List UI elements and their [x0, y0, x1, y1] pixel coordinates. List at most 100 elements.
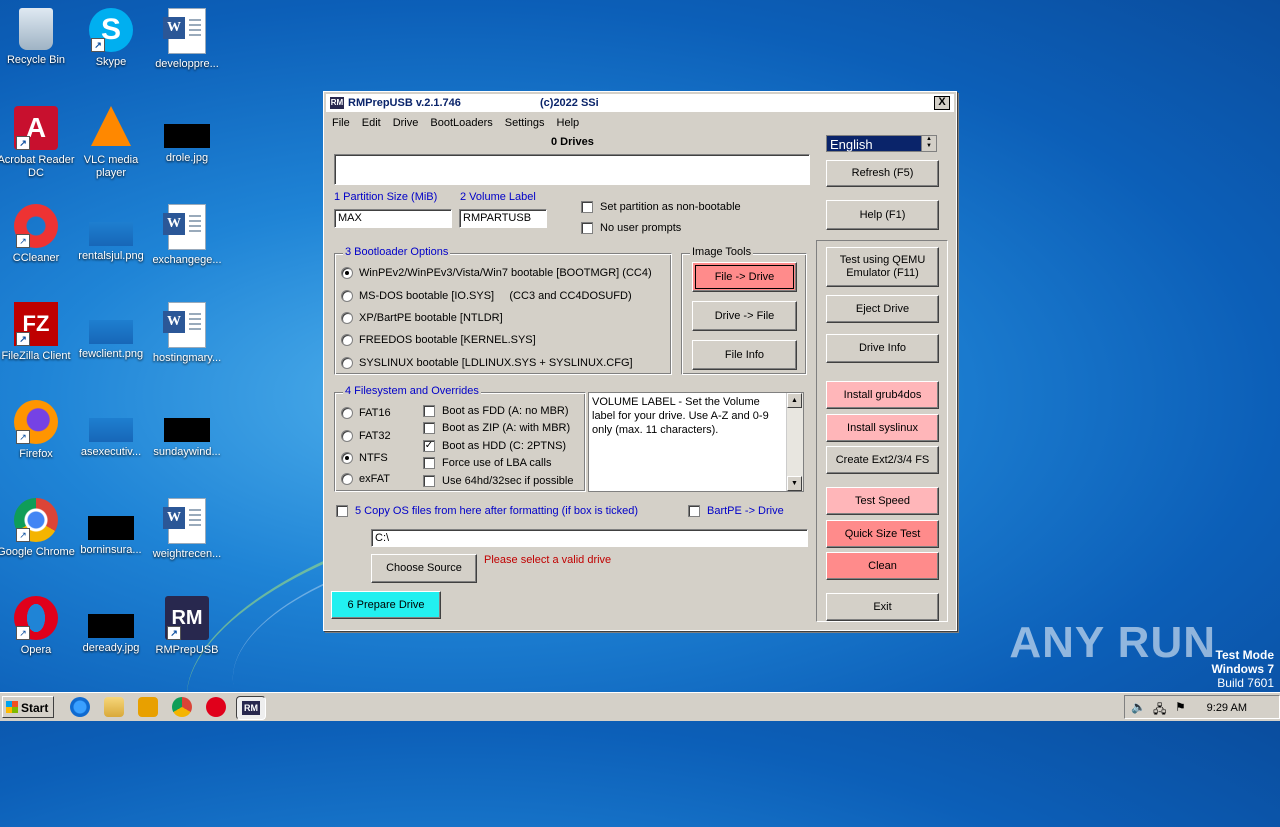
explorer-taskbar-icon[interactable]: [104, 697, 124, 717]
desktop-icon-firefox[interactable]: ↗ Firefox: [0, 400, 75, 461]
radio-label: NTFS: [359, 452, 388, 464]
help-scrollbar[interactable]: ▲ ▼: [786, 393, 803, 491]
menu-help[interactable]: Help: [551, 114, 586, 132]
firefox-icon: ↗: [14, 400, 58, 444]
icon-label: deready.jpg: [82, 642, 140, 654]
desktop-icon-asexecutiv[interactable]: asexecutiv...: [72, 400, 150, 459]
menu-edit[interactable]: Edit: [356, 114, 387, 132]
desktop-icon-ccleaner[interactable]: ↗ CCleaner: [0, 204, 75, 265]
scroll-down-icon[interactable]: ▼: [787, 476, 802, 491]
bootloader-option-bootmgr[interactable]: WinPEv2/WinPEv3/Vista/Win7 bootable [BOO…: [341, 267, 652, 279]
menu-drive[interactable]: Drive: [387, 114, 425, 132]
desktop-icon-recycle-bin[interactable]: Recycle Bin: [0, 8, 75, 67]
desktop-icon-filezilla[interactable]: FZ ↗ FileZilla Client: [0, 302, 75, 363]
desktop-icon-borninsura[interactable]: borninsura...: [72, 498, 150, 557]
copy-os-checkbox[interactable]: 5 Copy OS files from here after formatti…: [336, 505, 638, 517]
desktop-icon-exchangege[interactable]: Wexchangege...: [148, 204, 226, 267]
start-button[interactable]: Start: [2, 696, 54, 718]
non-bootable-checkbox[interactable]: Set partition as non-bootable: [581, 201, 741, 213]
rmprepusb-taskbar-button[interactable]: RM: [236, 696, 266, 720]
prepare-drive-button[interactable]: 6 Prepare Drive: [331, 591, 441, 619]
override-boot-fdd[interactable]: Boot as FDD (A: no MBR): [423, 405, 569, 417]
opera-taskbar-icon[interactable]: [206, 697, 226, 717]
help-button[interactable]: Help (F1): [826, 200, 939, 230]
choose-source-button[interactable]: Choose Source: [371, 554, 477, 583]
radio-label: FAT32: [359, 430, 391, 442]
fs-option-fat16[interactable]: FAT16: [341, 407, 391, 419]
menu-file[interactable]: File: [326, 114, 356, 132]
desktop-icon-rmprepusb[interactable]: RM ↗ RMPrepUSB: [148, 596, 226, 657]
bootloader-option-ntldr[interactable]: XP/BartPE bootable [NTLDR]: [341, 312, 503, 324]
chrome-taskbar-icon[interactable]: [172, 697, 192, 717]
clock[interactable]: 9:29 AM: [1207, 702, 1247, 714]
no-prompts-checkbox[interactable]: No user prompts: [581, 222, 681, 234]
media-player-taskbar-icon[interactable]: [138, 697, 158, 717]
desktop-icon-acrobat[interactable]: A ↗ Acrobat Reader DC: [0, 106, 75, 180]
speaker-icon[interactable]: 🔈: [1131, 700, 1146, 714]
desktop-icon-skype[interactable]: S ↗ Skype: [72, 8, 150, 69]
close-button[interactable]: X: [934, 96, 950, 110]
fs-option-fat32[interactable]: FAT32: [341, 430, 391, 442]
drive-info-button[interactable]: Drive Info: [826, 334, 939, 363]
menu-bootloaders[interactable]: BootLoaders: [424, 114, 498, 132]
desktop-icon-developpre[interactable]: Wdeveloppre...: [148, 8, 226, 71]
override-64hd[interactable]: Use 64hd/32sec if possible: [423, 475, 573, 487]
volume-label-input[interactable]: RMPARTUSB: [459, 209, 547, 228]
install-syslinux-button[interactable]: Install syslinux: [826, 414, 939, 442]
exit-button[interactable]: Exit: [826, 593, 939, 621]
bartpe-checkbox[interactable]: BartPE -> Drive: [688, 505, 784, 517]
clean-button[interactable]: Clean: [826, 552, 939, 580]
partition-size-input[interactable]: MAX: [334, 209, 452, 228]
checkbox-box: [581, 222, 593, 234]
checkbox-label: No user prompts: [600, 222, 682, 234]
help-text-box[interactable]: VOLUME LABEL - Set the Volume label for …: [588, 392, 804, 492]
override-boot-hdd[interactable]: ✓ Boot as HDD (C: 2PTNS): [423, 440, 566, 452]
taskbar: Start RM 🔈 🖧 ⚑ 9:29 AM: [0, 692, 1280, 721]
scroll-up-icon[interactable]: ▲: [787, 393, 802, 408]
checkbox-box: [581, 201, 593, 213]
language-select[interactable]: English ▲ ▼: [826, 135, 937, 152]
desktop-icon-drole[interactable]: drole.jpg: [148, 106, 226, 165]
quick-size-test-button[interactable]: Quick Size Test: [826, 520, 939, 548]
install-grub4dos-button[interactable]: Install grub4dos: [826, 381, 939, 409]
drives-count: 0 Drives: [551, 136, 594, 148]
desktop-icon-hostingmary[interactable]: Whostingmary...: [148, 302, 226, 365]
fs-option-ntfs[interactable]: NTFS: [341, 452, 388, 464]
override-force-lba[interactable]: Force use of LBA calls: [423, 457, 551, 469]
override-boot-zip[interactable]: Boot as ZIP (A: with MBR): [423, 422, 570, 434]
refresh-button[interactable]: Refresh (F5): [826, 160, 939, 187]
radio-selected: [341, 452, 353, 464]
icon-label: weightrecen...: [152, 548, 222, 560]
network-icon[interactable]: 🖧: [1153, 700, 1166, 721]
checkbox-box: [423, 405, 435, 417]
desktop-icon-chrome[interactable]: ↗ Google Chrome: [0, 498, 75, 559]
menu-settings[interactable]: Settings: [499, 114, 551, 132]
image-file-icon: [164, 418, 210, 442]
spin-arrows-icon[interactable]: ▲ ▼: [921, 136, 936, 151]
drive-to-file-button[interactable]: Drive -> File: [692, 301, 797, 331]
title-bar[interactable]: RM RMPrepUSB v.2.1.746 (c)2022 SSi X: [326, 94, 954, 112]
bootloader-option-msdos[interactable]: MS-DOS bootable [IO.SYS] (CC3 and CC4DOS…: [341, 290, 632, 302]
drive-list[interactable]: [334, 154, 810, 185]
bootloader-option-freedos[interactable]: FREEDOS bootable [KERNEL.SYS]: [341, 334, 536, 346]
desktop-icon-deready[interactable]: deready.jpg: [72, 596, 150, 655]
bootloader-option-syslinux[interactable]: SYSLINUX bootable [LDLINUX.SYS + SYSLINU…: [341, 357, 633, 369]
test-speed-button[interactable]: Test Speed: [826, 487, 939, 515]
file-to-drive-button[interactable]: File -> Drive: [692, 262, 797, 292]
desktop-icon-rentalsjul[interactable]: rentalsjul.png: [72, 204, 150, 263]
checkbox-label: Boot as ZIP (A: with MBR): [442, 422, 571, 434]
create-ext-button[interactable]: Create Ext2/3/4 FS: [826, 446, 939, 474]
fs-option-exfat[interactable]: exFAT: [341, 473, 390, 485]
desktop-icon-sundaywind[interactable]: sundaywind...: [148, 400, 226, 459]
eject-drive-button[interactable]: Eject Drive: [826, 295, 939, 323]
desktop-icon-vlc[interactable]: VLC media player: [72, 106, 150, 180]
desktop-icon-fewclient[interactable]: fewclient.png: [72, 302, 150, 361]
file-info-button[interactable]: File Info: [692, 340, 797, 370]
action-center-icon[interactable]: ⚑: [1175, 700, 1186, 714]
app-logo-icon: RM: [330, 97, 344, 109]
ie-taskbar-icon[interactable]: [70, 697, 90, 717]
test-qemu-button[interactable]: Test using QEMU Emulator (F11): [826, 247, 939, 287]
source-path-input[interactable]: C:\: [371, 529, 808, 547]
desktop-icon-opera[interactable]: ↗ Opera: [0, 596, 75, 657]
desktop-icon-weightrecen[interactable]: Wweightrecen...: [148, 498, 226, 561]
